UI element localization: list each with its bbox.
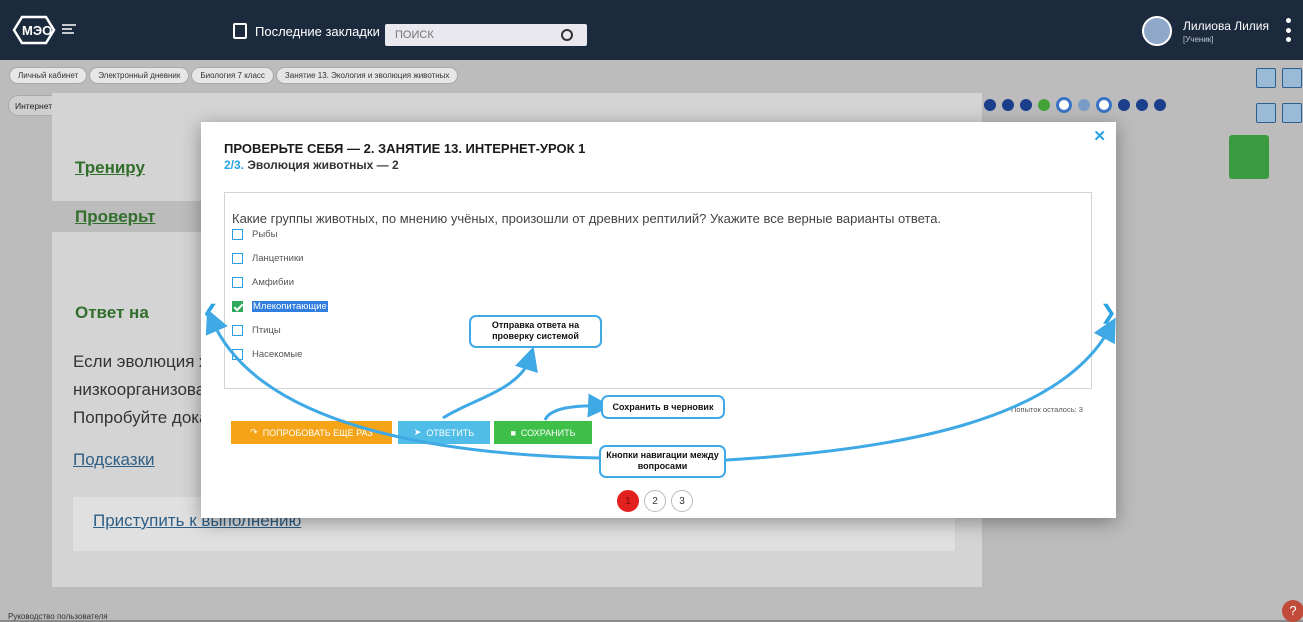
key-icon[interactable] (1229, 135, 1269, 179)
answer-option[interactable]: Амфибии (232, 277, 294, 288)
recent-bookmarks-link[interactable]: Последние закладки (233, 23, 380, 39)
checkbox-checked[interactable] (232, 301, 243, 312)
step-ring[interactable] (1056, 97, 1072, 113)
table-icon[interactable] (1256, 103, 1276, 123)
logo-text: МЭО (22, 23, 52, 38)
user-avatar[interactable] (1142, 16, 1172, 46)
page-button[interactable]: 3 (671, 490, 693, 512)
lesson-progress (966, 97, 1166, 113)
body-text: Попробуйте дока (73, 408, 209, 427)
body-text: низкоорганизова (73, 380, 206, 399)
check-yourself-link[interactable]: Проверьт (75, 207, 155, 227)
step-badge[interactable] (1038, 99, 1050, 111)
step-badge[interactable] (1078, 99, 1090, 111)
save-icon: ■ (510, 427, 516, 438)
step-ring[interactable] (1096, 97, 1112, 113)
answer-button[interactable]: ➤ ОТВЕТИТЬ (398, 421, 490, 444)
checkbox[interactable] (232, 229, 243, 240)
body-text: Если эволюция ж (73, 352, 211, 371)
step-dot[interactable] (1154, 99, 1166, 111)
search-input[interactable] (385, 28, 557, 42)
breadcrumb-item[interactable]: Личный кабинет (9, 67, 88, 84)
answer-option[interactable]: Насекомые (232, 349, 302, 360)
search-icon[interactable] (561, 29, 573, 41)
callout-answer: Отправка ответа на проверку системой (469, 315, 602, 348)
retry-label: ПОПРОБОВАТЬ ЕЩЕ РАЗ (262, 427, 373, 438)
nav-play-icon[interactable] (1002, 99, 1014, 111)
retry-icon: ↷ (250, 427, 258, 437)
training-link[interactable]: Трениру (75, 158, 145, 178)
option-label: Амфибии (252, 277, 295, 288)
breadcrumb-item[interactable]: Биология 7 класс (191, 67, 274, 84)
bookmarks-label: Последние закладки (255, 23, 380, 39)
option-label: Рыбы (252, 229, 278, 240)
step-dot[interactable] (1136, 99, 1148, 111)
callout-navigation: Кнопки навигации между вопросами (599, 445, 726, 478)
page-button[interactable]: 1 (617, 490, 639, 512)
checkbox[interactable] (232, 253, 243, 264)
option-label: Ланцетники (252, 253, 304, 264)
chat-icon[interactable] (1282, 103, 1302, 123)
prev-question-icon[interactable]: ❮ (202, 300, 219, 325)
modal-title: ПРОВЕРЬТЕ СЕБЯ — 2. ЗАНЯТИЕ 13. ИНТЕРНЕТ… (224, 141, 586, 156)
help-button[interactable]: ? (1282, 600, 1303, 622)
top-bar: МЭО Последние закладки Лилиова Лилия [Уч… (0, 0, 1303, 60)
option-label: Млекопитающие (252, 301, 328, 312)
checkbox[interactable] (232, 349, 243, 360)
question-heading: 2/3. Эволюция животных — 2 (224, 158, 399, 172)
answer-label: ОТВЕТИТЬ (426, 427, 475, 438)
option-label: Насекомые (252, 349, 303, 360)
retry-button[interactable]: ↷ ПОПРОБОВАТЬ ЕЩЕ РАЗ (231, 421, 392, 444)
answer-option[interactable]: Птицы (232, 325, 281, 336)
question-text: Какие группы животных, по мнению учёных,… (232, 211, 942, 226)
nav-prev-icon[interactable] (984, 99, 996, 111)
bookmark-icon (233, 23, 247, 39)
meo-logo[interactable]: МЭО (10, 14, 98, 46)
user-name[interactable]: Лилиова Лилия (1183, 19, 1269, 33)
user-role: [Ученик] (1183, 35, 1214, 44)
next-question-icon[interactable]: ❯ (1100, 300, 1117, 325)
save-button[interactable]: ■ СОХРАНИТЬ (494, 421, 592, 444)
hints-link[interactable]: Подсказки (73, 450, 155, 470)
callout-save: Сохранить в черновик (601, 395, 725, 419)
breadcrumb: Личный кабинет Электронный дневник Биоло… (9, 67, 459, 84)
answer-heading: Ответ на (75, 303, 149, 322)
send-icon: ➤ (413, 427, 422, 437)
step-dot[interactable] (1118, 99, 1130, 111)
question-title: Эволюция животных — 2 (247, 158, 399, 172)
checkbox[interactable] (232, 325, 243, 336)
answer-option[interactable]: Рыбы (232, 229, 277, 240)
question-box: Какие группы животных, по мнению учёных,… (224, 192, 1092, 389)
answer-option[interactable]: Млекопитающие (232, 301, 328, 312)
question-number: 2/3. (224, 158, 245, 172)
breadcrumb-item[interactable]: Электронный дневник (89, 67, 190, 84)
attempts-left: Попыток осталось: 3 (1011, 405, 1083, 414)
nav-edit-icon[interactable] (1020, 99, 1032, 111)
ruler-icon[interactable] (1282, 68, 1302, 88)
notes-icon[interactable] (1256, 68, 1276, 88)
checkbox[interactable] (232, 277, 243, 288)
page-button[interactable]: 2 (644, 490, 666, 512)
answer-option[interactable]: Ланцетники (232, 253, 303, 264)
breadcrumb-item[interactable]: Занятие 13. Экология и эволюция животных (275, 67, 459, 84)
save-label: СОХРАНИТЬ (520, 427, 576, 438)
more-menu-icon[interactable] (1285, 18, 1291, 42)
close-icon[interactable]: ✕ (1093, 127, 1106, 145)
search-box[interactable] (385, 24, 587, 46)
question-pager: 1 2 3 (617, 490, 693, 512)
option-label: Птицы (252, 325, 281, 336)
